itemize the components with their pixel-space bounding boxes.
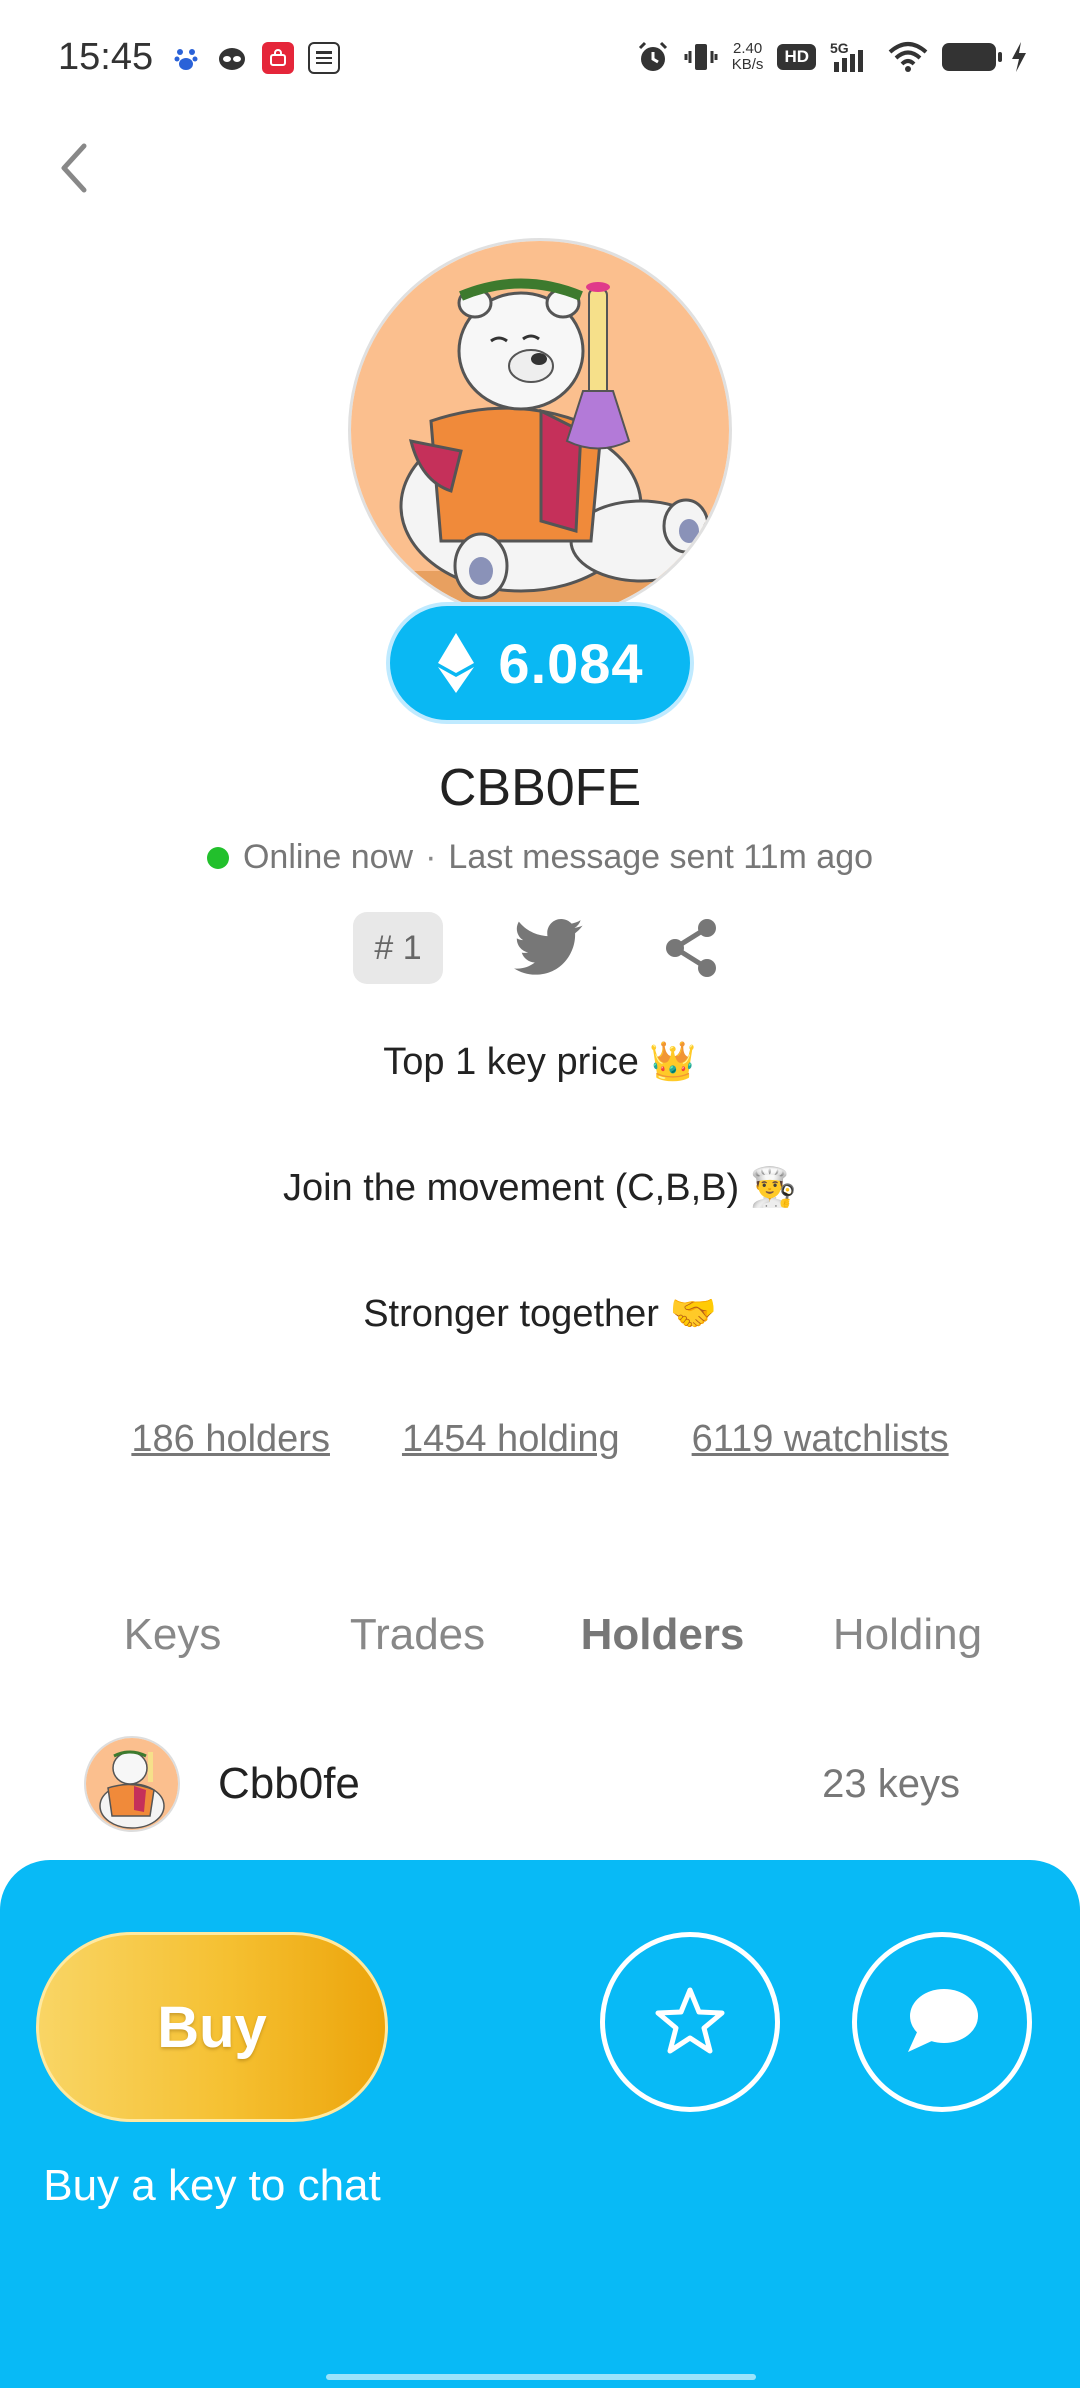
online-status: Online now (242, 838, 414, 876)
star-icon (655, 1987, 725, 2054)
signal-icon: 5G (830, 40, 874, 74)
buy-button[interactable]: Buy (36, 1932, 388, 2122)
status-time: 15:45 (58, 36, 154, 78)
key-price-badge[interactable]: 6.084 (386, 602, 694, 724)
status-bar: 15:45 2.40 KB/s HD 5G (0, 0, 1080, 120)
wifi-icon (888, 40, 928, 74)
news-icon (308, 42, 340, 74)
bottom-action-panel: Buy Buy a key to chat (0, 1860, 1080, 2388)
buy-button-label: Buy (157, 1994, 267, 2060)
profile-actions-row: # 1 (0, 912, 1080, 984)
profile-tabs: Keys Trades Holders Holding (50, 1610, 1030, 1660)
cat-icon (216, 42, 248, 74)
separator-dot: · (425, 838, 437, 876)
twitter-icon (514, 919, 583, 975)
bio-line-3: Stronger together 🤝 (363, 1293, 717, 1335)
notification-icons (170, 42, 340, 74)
stats-row: 186 holders 1454 holding 6119 watchlists (0, 1418, 1080, 1461)
twitter-button[interactable] (513, 912, 585, 984)
key-price: 6.084 (498, 631, 644, 695)
svg-text:5G: 5G (830, 40, 849, 56)
buy-hint-text: Buy a key to chat (43, 2161, 381, 2210)
online-indicator-icon (206, 846, 229, 869)
ethereum-icon (438, 633, 475, 693)
rank-badge: # 1 (353, 912, 443, 984)
tab-trades[interactable]: Trades (295, 1610, 540, 1660)
profile-avatar (348, 238, 732, 622)
tab-holding[interactable]: Holding (785, 1610, 1030, 1660)
holding-count-link[interactable]: 1454 holding (402, 1418, 620, 1461)
tab-keys[interactable]: Keys (50, 1610, 295, 1660)
holder-keys-count: 23 keys (822, 1761, 960, 1806)
holders-count-link[interactable]: 186 holders (131, 1418, 330, 1461)
share-icon (666, 919, 716, 977)
chevron-left-icon (61, 143, 87, 193)
chat-button[interactable] (852, 1932, 1032, 2112)
last-message-time: Last message sent 11m ago (448, 838, 874, 876)
tab-holders[interactable]: Holders (540, 1610, 785, 1660)
share-button[interactable] (655, 912, 727, 984)
watchlists-count-link[interactable]: 6119 watchlists (692, 1418, 949, 1461)
back-button[interactable] (50, 138, 98, 198)
net-speed: 2.40 KB/s (731, 40, 764, 73)
system-icons: 2.40 KB/s HD 5G (636, 40, 1028, 74)
shopping-icon (262, 42, 294, 74)
holder-list-item[interactable]: Cbb0fe 23 keys (84, 1736, 960, 1832)
chat-bubble-icon (908, 1989, 978, 2052)
baidu-icon (170, 42, 202, 74)
battery-icon (942, 40, 1002, 74)
watchlist-button[interactable] (600, 1932, 780, 2112)
home-indicator[interactable] (326, 2374, 756, 2380)
charging-icon (1010, 40, 1028, 74)
vibrate-icon (684, 40, 718, 74)
username: CBB0FE (438, 759, 642, 817)
hd-badge: HD (777, 40, 816, 74)
alarm-icon (636, 40, 670, 74)
holder-name: Cbb0fe (218, 1759, 360, 1808)
bio-line-2: Join the movement (C,B,B) 👨‍🍳 (282, 1167, 798, 1209)
bio-line-1: Top 1 key price 👑 (383, 1041, 697, 1083)
holder-avatar (84, 1736, 180, 1832)
online-status-line: Online now · Last message sent 11m ago (0, 838, 1080, 877)
